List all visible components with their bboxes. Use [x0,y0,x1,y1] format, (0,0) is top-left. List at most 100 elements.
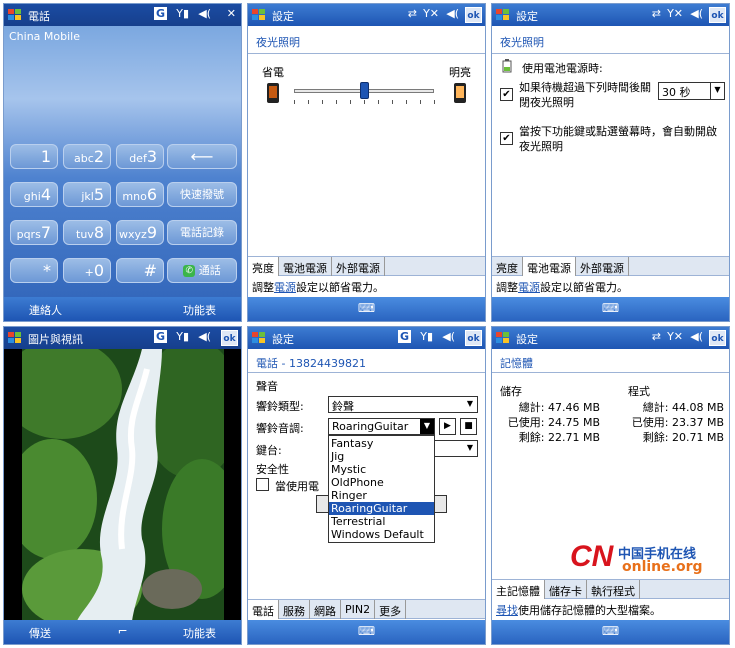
volume-icon[interactable]: ◀( [446,7,459,20]
tab-battery-power[interactable]: 電池電源 [279,257,332,276]
ring-tone-option[interactable]: Mystic [329,463,434,476]
ring-tone-option[interactable]: Fantasy [329,437,434,450]
play-button[interactable]: ▶ [439,418,456,435]
auto-on-checkbox[interactable]: ✔ [500,132,513,145]
tab-phone[interactable]: 電話 [248,600,279,619]
ok-button[interactable]: ok [709,330,726,346]
volume-icon[interactable]: ◀( [198,330,211,343]
dial-key[interactable]: jkl5 [63,182,111,207]
tab-pin2[interactable]: PIN2 [341,600,376,619]
windows-start-icon[interactable] [7,330,23,346]
connectivity-icon[interactable]: ⇄ [652,7,661,20]
tab-services[interactable]: 服務 [279,600,310,619]
volume-icon[interactable]: ◀( [442,330,455,343]
send-soft-key[interactable]: 傳送 [29,625,51,641]
contacts-soft-key[interactable]: 連絡人 [29,302,62,318]
dial-key[interactable]: def3 [116,144,164,169]
timeout-select[interactable]: 30 秒 ▼ [658,82,725,100]
tab-brightness[interactable]: 亮度 [248,257,279,276]
dial-key-digit: 4 [40,185,51,204]
dial-key[interactable]: tuv8 [63,220,111,245]
connectivity-icon[interactable]: ⇄ [652,330,661,343]
speed-dial-button[interactable]: 快速撥號 [167,182,237,207]
pictures-screen: 圖片與視訊 G Y▮ ◀( ok 傳送 ⌐ 功能表 [3,326,242,645]
tab-brightness[interactable]: 亮度 [492,257,523,276]
tab-network[interactable]: 網路 [310,600,341,619]
dial-key[interactable]: abc2 [63,144,111,169]
tab-main-memory[interactable]: 主記憶體 [492,580,545,599]
power-link[interactable]: 電源 [274,281,296,294]
gprs-icon: G [397,330,411,343]
dial-key[interactable]: wxyz9 [116,220,164,245]
connectivity-icon[interactable]: ⇄ [408,7,417,20]
signal-off-icon[interactable]: Y✕ [667,7,683,20]
app-title: 電話 [28,10,50,23]
signal-icon[interactable]: Y▮ [176,7,189,20]
input-panel-icon[interactable]: ⌨ [358,301,375,315]
input-panel-icon[interactable]: ⌐ [117,624,127,638]
input-panel-icon[interactable]: ⌨ [358,624,375,638]
windows-start-icon[interactable] [495,330,511,346]
slider-tick [322,100,323,104]
ring-tone-option[interactable]: Jig [329,450,434,463]
dial-key[interactable]: ghi4 [10,182,58,207]
stop-button[interactable]: ■ [460,418,477,435]
ring-tone-option[interactable]: Windows Default [329,528,434,541]
slider-tick [378,100,379,104]
keypad-select[interactable]: ▼ [434,440,478,457]
ring-tone-option[interactable]: Terrestrial [329,515,434,528]
power-link[interactable]: 電源 [518,281,540,294]
dial-key[interactable]: +0 [63,258,111,283]
close-icon[interactable]: ✕ [227,7,236,20]
dial-key-digit: 7 [40,223,51,242]
soft-key-bar: 連絡人 功能表 [4,297,241,321]
windows-start-icon[interactable] [251,330,267,346]
auto-on-label: 當按下功能鍵或點選螢幕時，會自動開啟夜光照明 [519,125,717,153]
windows-start-icon[interactable] [7,7,23,23]
dial-key[interactable]: pqrs7 [10,220,58,245]
ok-button[interactable]: ok [465,7,482,23]
dial-key[interactable]: mno6 [116,182,164,207]
windows-start-icon[interactable] [495,7,511,23]
dial-key-letters: + [84,266,94,279]
windows-start-icon[interactable] [251,7,267,23]
ring-tone-select[interactable]: RoaringGuitar ▼ [328,418,435,435]
tab-external-power[interactable]: 外部電源 [576,257,629,276]
ring-type-select[interactable]: 鈴聲 ▼ [328,396,478,413]
backspace-button[interactable]: ⟵ [167,144,237,169]
brightness-slider[interactable] [294,82,435,108]
ring-tone-option[interactable]: RoaringGuitar [329,502,434,515]
volume-icon[interactable]: ◀( [690,7,703,20]
input-panel-icon[interactable]: ⌨ [602,301,619,315]
menu-soft-key[interactable]: 功能表 [183,302,216,318]
signal-off-icon[interactable]: Y✕ [667,330,683,343]
waterfall-photo[interactable] [22,349,224,621]
dial-key[interactable]: 1 [10,144,58,169]
tab-running-programs[interactable]: 執行程式 [587,580,640,599]
volume-icon[interactable]: ◀( [198,7,211,20]
call-button[interactable]: ✆ 通話 [167,258,237,283]
ok-button[interactable]: ok [465,330,482,346]
dial-key[interactable]: # [116,258,164,283]
ring-tone-option[interactable]: OldPhone [329,476,434,489]
tab-external-power[interactable]: 外部電源 [332,257,385,276]
signal-icon[interactable]: Y▮ [176,330,189,343]
ok-button[interactable]: ok [709,7,726,23]
ok-button[interactable]: ok [221,330,238,346]
menu-soft-key[interactable]: 功能表 [183,625,216,641]
signal-icon[interactable]: Y▮ [420,330,433,343]
volume-icon[interactable]: ◀( [690,330,703,343]
turn-off-checkbox[interactable]: ✔ [500,88,513,101]
call-log-button[interactable]: 電話記錄 [167,220,237,245]
tab-storage-card[interactable]: 儲存卡 [545,580,587,599]
tab-more[interactable]: 更多 [375,600,407,619]
input-panel-icon[interactable]: ⌨ [602,624,619,638]
slider-thumb[interactable] [360,82,369,99]
use-phone-checkbox[interactable] [256,478,269,491]
find-link[interactable]: 尋找 [496,604,518,617]
ring-tone-option[interactable]: Ringer [329,489,434,502]
tab-battery-power[interactable]: 電池電源 [523,257,576,276]
dial-key[interactable]: * [10,258,58,283]
hint-text: 尋找使用儲存記憶體的大型檔案。 [496,604,661,617]
signal-off-icon[interactable]: Y✕ [423,7,439,20]
